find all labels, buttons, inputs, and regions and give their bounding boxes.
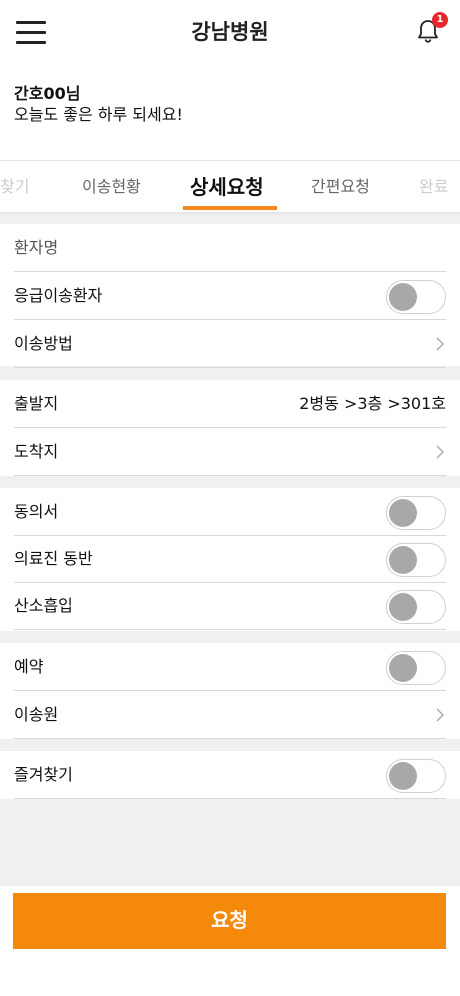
destination-label: 도착지 [14, 442, 59, 461]
oxygen-toggle[interactable] [386, 590, 446, 624]
greeting-message: 오늘도 좋은 하루 되세요! [14, 105, 183, 124]
top-app-bar: 강남병원 1 [0, 0, 460, 70]
emergency-row: 응급이송환자 [14, 272, 446, 320]
origin-value: 2병동 >3층 >301호 [299, 394, 446, 413]
user-name: 간호00님 [14, 84, 81, 103]
notification-count-badge: 1 [432, 12, 448, 28]
origin-label: 출발지 [14, 394, 59, 413]
patient-name-row[interactable]: 환자명 [14, 224, 446, 272]
tab-transfer-status[interactable]: 이송현황 [82, 161, 141, 213]
medical-staff-row: 의료진 동반 [14, 535, 446, 583]
patient-section: 환자명 응급이송환자 이송방법 [0, 224, 460, 368]
oxygen-row: 산소흡입 [14, 582, 446, 630]
notification-bell-button[interactable]: 1 [414, 12, 450, 48]
reservation-toggle[interactable] [386, 651, 446, 685]
reservation-row: 예약 [14, 643, 446, 691]
transporter-row[interactable]: 이송원 [14, 691, 446, 739]
transfer-method-label: 이송방법 [14, 334, 73, 353]
tab-bar: 찾기 이송현황 상세요청 간편요청 완료 [0, 160, 460, 212]
patient-name-label: 환자명 [14, 238, 59, 257]
medical-staff-toggle[interactable] [386, 543, 446, 577]
consent-row: 동의서 [14, 488, 446, 536]
origin-row[interactable]: 출발지 2병동 >3층 >301호 [14, 380, 446, 428]
medical-staff-label: 의료진 동반 [14, 549, 93, 568]
consent-label: 동의서 [14, 502, 59, 521]
favorite-section: 즐겨찾기 [0, 751, 460, 799]
active-tab-indicator [183, 206, 277, 210]
tab-find[interactable]: 찾기 [0, 161, 29, 213]
emergency-label: 응급이송환자 [14, 286, 103, 305]
tab-complete[interactable]: 완료 [419, 161, 448, 213]
consent-toggle[interactable] [386, 496, 446, 530]
tab-quick-request[interactable]: 간편요청 [311, 161, 370, 213]
favorite-row: 즐겨찾기 [14, 751, 446, 799]
location-section: 출발지 2병동 >3층 >301호 도착지 [0, 380, 460, 476]
submit-request-button[interactable]: 요청 [13, 893, 446, 949]
chevron-right-icon [436, 708, 444, 722]
greeting: 간호00님 오늘도 좋은 하루 되세요! [14, 84, 183, 126]
reservation-label: 예약 [14, 657, 44, 676]
oxygen-label: 산소흡입 [14, 596, 73, 615]
options-section: 동의서 의료진 동반 산소흡입 [0, 488, 460, 631]
chevron-right-icon [436, 445, 444, 459]
favorite-label: 즐겨찾기 [14, 765, 73, 784]
app-title: 강남병원 [191, 20, 269, 44]
transfer-method-row[interactable]: 이송방법 [14, 320, 446, 368]
favorite-toggle[interactable] [386, 759, 446, 793]
destination-row[interactable]: 도착지 [14, 428, 446, 476]
transporter-label: 이송원 [14, 705, 59, 724]
chevron-right-icon [436, 337, 444, 351]
reservation-section: 예약 이송원 [0, 643, 460, 739]
emergency-toggle[interactable] [386, 280, 446, 314]
